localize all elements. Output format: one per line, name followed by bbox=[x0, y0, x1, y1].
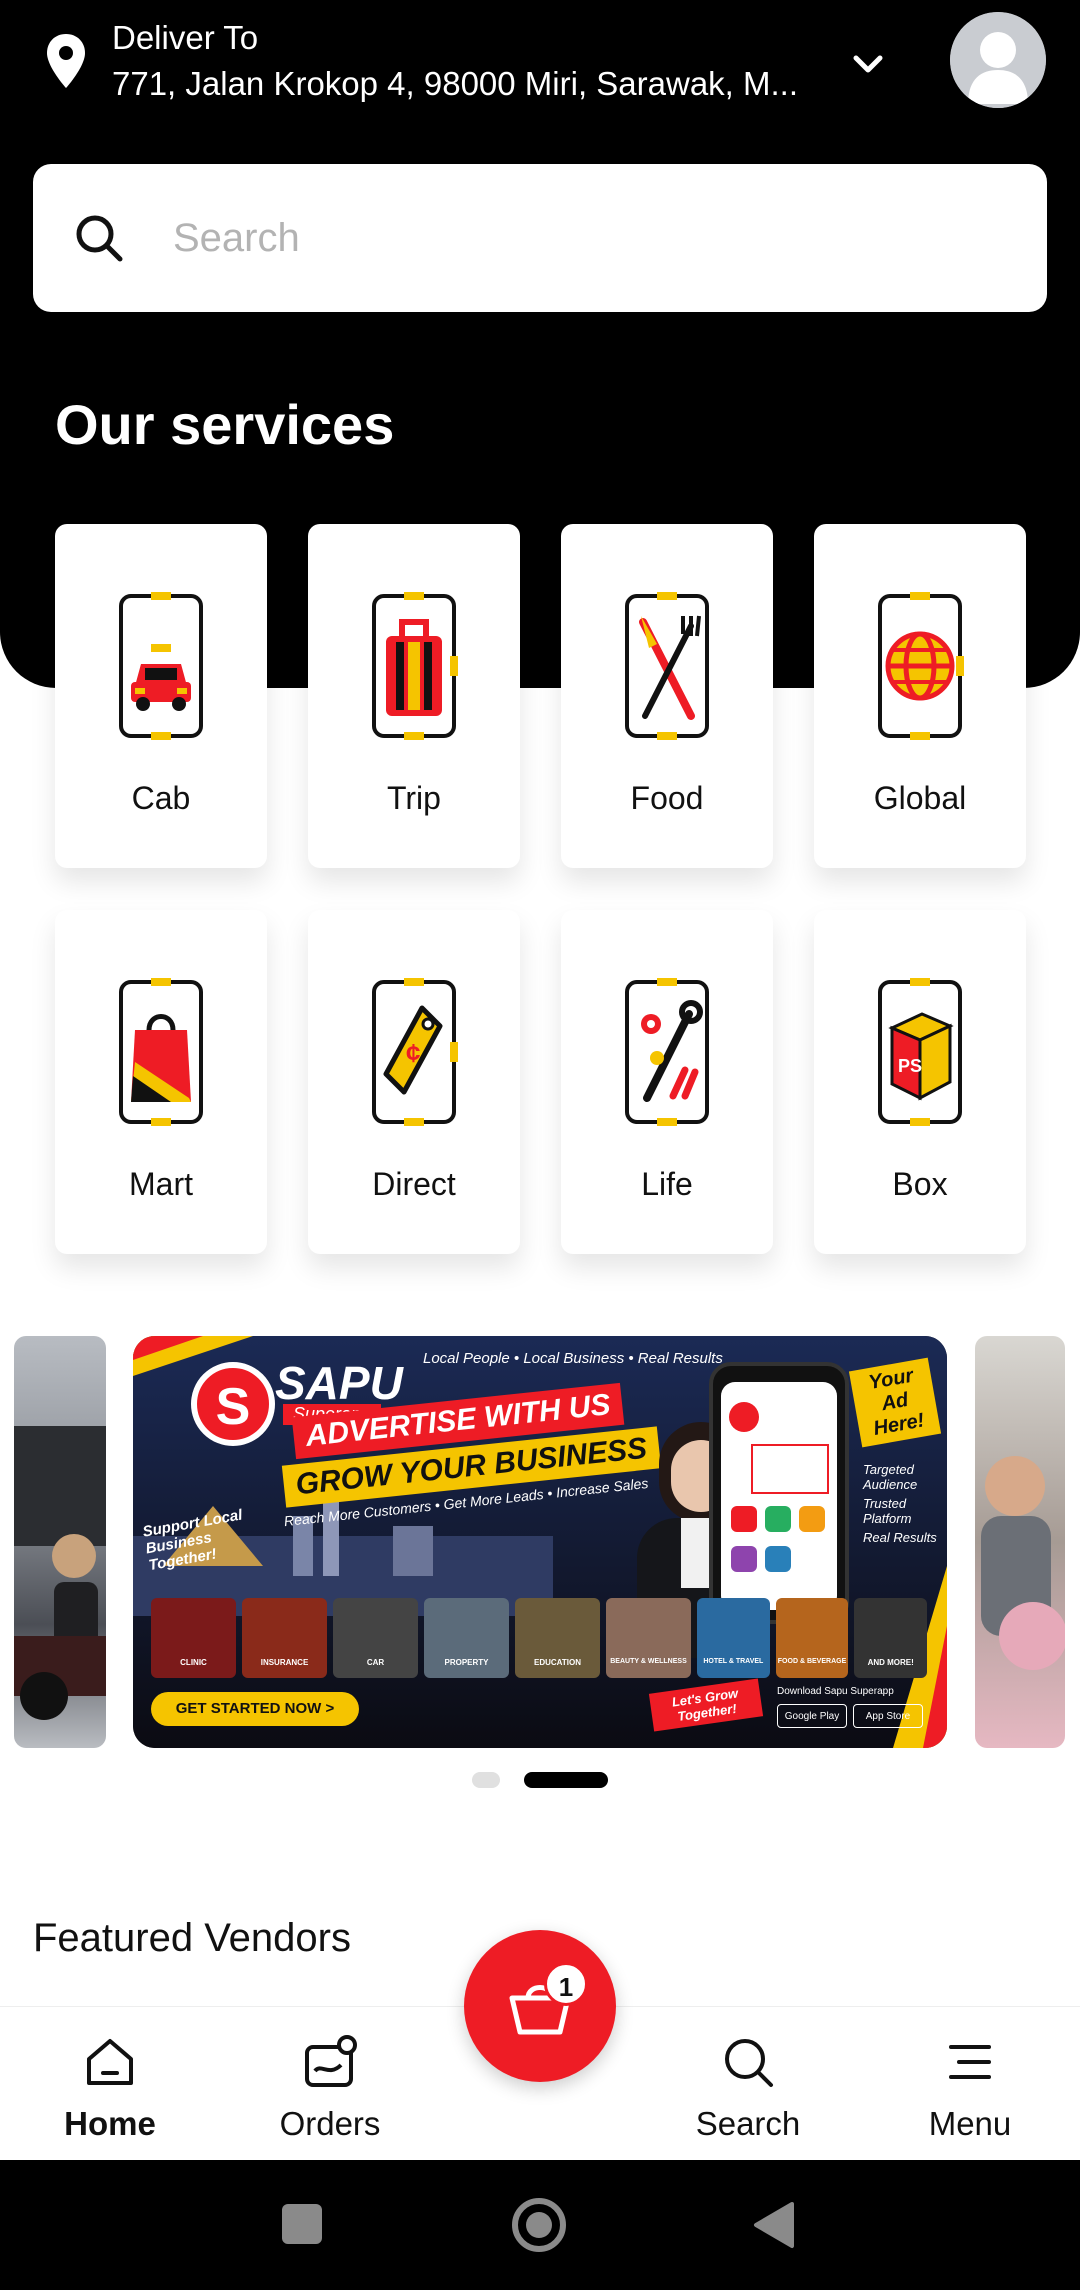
service-cab[interactable]: Cab bbox=[55, 524, 267, 868]
cart-count-badge: 1 bbox=[544, 1962, 588, 2006]
nav-orders-label: Orders bbox=[279, 2105, 381, 2142]
carousel-prev-slide[interactable] bbox=[14, 1336, 106, 1748]
category-card: BEAUTY & WELLNESS bbox=[606, 1598, 691, 1678]
category-card: CLINIC bbox=[151, 1598, 236, 1678]
profile-avatar[interactable] bbox=[950, 12, 1046, 108]
people-image bbox=[981, 1456, 1065, 1670]
service-label: Food bbox=[630, 780, 704, 816]
svg-text:¢: ¢ bbox=[406, 1038, 420, 1068]
banner-brand: SAPU bbox=[275, 1357, 403, 1409]
google-play-badge[interactable]: Google Play bbox=[777, 1704, 847, 1728]
service-label: Life bbox=[641, 1166, 693, 1202]
service-life[interactable]: Life bbox=[561, 910, 773, 1254]
nav-orders[interactable]: Orders bbox=[250, 2007, 410, 2161]
delivery-address-selector[interactable]: Deliver To 771, Jalan Krokop 4, 98000 Mi… bbox=[44, 14, 864, 110]
taxi-icon bbox=[119, 592, 203, 740]
service-direct[interactable]: ¢ Direct bbox=[308, 910, 520, 1254]
banner-your-ad: Your Ad Here! bbox=[848, 1357, 942, 1448]
category-card: AND MORE! bbox=[854, 1598, 928, 1678]
nav-search-label: Search bbox=[695, 2105, 801, 2142]
category-card: PROPERTY bbox=[424, 1598, 509, 1678]
carousel-dot-inactive[interactable] bbox=[472, 1772, 500, 1788]
category-card: CAR bbox=[333, 1598, 418, 1678]
system-navigation-bar bbox=[0, 2160, 1080, 2290]
delivery-address: 771, Jalan Krokop 4, 98000 Miri, Sarawak… bbox=[112, 65, 799, 102]
services-heading: Our services bbox=[55, 393, 395, 456]
nav-search[interactable]: Search bbox=[668, 2007, 828, 2161]
parcel-box-icon: PS bbox=[878, 978, 962, 1126]
search-bar[interactable] bbox=[33, 164, 1047, 312]
service-trip[interactable]: Trip bbox=[308, 524, 520, 868]
service-label: Trip bbox=[387, 780, 441, 816]
shopping-bag-icon bbox=[119, 978, 203, 1126]
category-card: FOOD & BEVERAGE bbox=[775, 1598, 849, 1678]
nav-menu-label: Menu bbox=[928, 2105, 1012, 2142]
deliver-to-label: Deliver To bbox=[112, 19, 259, 56]
app-store-badge[interactable]: App Store bbox=[853, 1704, 923, 1728]
svg-text:PS: PS bbox=[898, 1056, 922, 1076]
nav-home[interactable]: Home bbox=[30, 2007, 190, 2161]
service-label: Global bbox=[873, 780, 967, 816]
banner-tagline: Local People • Local Business • Real Res… bbox=[423, 1350, 723, 1367]
service-label: Cab bbox=[131, 780, 191, 816]
sapu-logo: S bbox=[191, 1362, 275, 1446]
banner-benefit: Real Results bbox=[863, 1530, 937, 1545]
chevron-down-icon[interactable] bbox=[848, 44, 888, 84]
banner-benefit: Targeted Audience bbox=[863, 1462, 918, 1492]
search-icon bbox=[725, 2039, 773, 2087]
banner-benefit: Trusted Platform bbox=[863, 1496, 912, 1526]
service-label: Mart bbox=[129, 1166, 193, 1202]
category-card: EDUCATION bbox=[515, 1598, 600, 1678]
service-label: Direct bbox=[372, 1166, 456, 1202]
carousel-next-slide[interactable] bbox=[975, 1336, 1065, 1748]
banner-download-label: Download Sapu Superapp bbox=[777, 1686, 894, 1697]
recent-apps-icon[interactable] bbox=[282, 2204, 322, 2244]
phone-mockup bbox=[709, 1362, 849, 1624]
home-icon bbox=[87, 2039, 133, 2085]
featured-vendors-heading: Featured Vendors bbox=[33, 1916, 351, 1960]
nav-menu[interactable]: Menu bbox=[890, 2007, 1050, 2161]
service-global[interactable]: Global bbox=[814, 524, 1026, 868]
motorbike-rider-image bbox=[14, 1426, 106, 1720]
cart-button[interactable]: 1 bbox=[464, 1930, 616, 2082]
search-input[interactable] bbox=[173, 215, 973, 261]
user-avatar-icon bbox=[950, 12, 1046, 108]
category-strip-right: HOTEL & TRAVEL FOOD & BEVERAGE AND MORE! bbox=[697, 1598, 928, 1678]
orders-icon bbox=[305, 2035, 357, 2087]
back-icon[interactable] bbox=[750, 2200, 796, 2250]
nav-home-label: Home bbox=[64, 2105, 156, 2142]
service-food[interactable]: Food bbox=[561, 524, 773, 868]
home-button-icon[interactable] bbox=[512, 2198, 566, 2252]
location-pin-icon bbox=[47, 34, 85, 88]
service-label: Box bbox=[892, 1166, 948, 1202]
category-card: INSURANCE bbox=[242, 1598, 327, 1678]
app-screen: Deliver To 771, Jalan Krokop 4, 98000 Mi… bbox=[0, 0, 1080, 2290]
search-icon bbox=[76, 215, 123, 262]
service-mart[interactable]: Mart bbox=[55, 910, 267, 1254]
globe-icon bbox=[878, 592, 964, 740]
carousel-pagination bbox=[472, 1772, 608, 1788]
tools-icon bbox=[625, 978, 709, 1126]
luggage-icon bbox=[372, 592, 458, 740]
promo-banner[interactable]: S SAPU Superapp Local People • Local Bus… bbox=[133, 1336, 947, 1748]
carousel-dot-active[interactable] bbox=[524, 1772, 608, 1788]
category-card: HOTEL & TRAVEL bbox=[697, 1598, 770, 1678]
knife-fork-icon bbox=[625, 592, 709, 740]
category-strip: CLINIC INSURANCE CAR PROPERTY EDUCATION … bbox=[151, 1598, 691, 1678]
menu-icon bbox=[949, 2045, 991, 2079]
price-tag-icon: ¢ bbox=[372, 978, 458, 1126]
service-box[interactable]: PS Box bbox=[814, 910, 1026, 1254]
banner-cta-button[interactable]: GET STARTED NOW > bbox=[151, 1692, 359, 1726]
